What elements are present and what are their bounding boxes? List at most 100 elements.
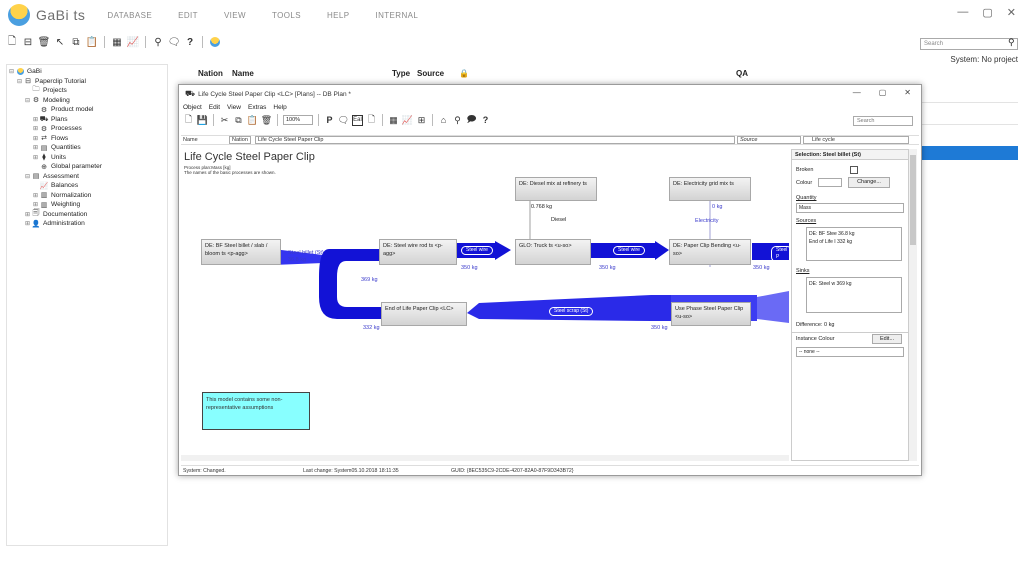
document-icon[interactable]: 🗋: [366, 114, 377, 126]
search-icon[interactable]: ⚲: [1008, 37, 1015, 48]
change-colour-button[interactable]: Change...: [848, 177, 890, 188]
help-icon[interactable]: ?: [184, 36, 196, 48]
col-nation[interactable]: Nation: [198, 69, 232, 78]
expand-toggle-icon[interactable]: ⊟: [9, 68, 16, 75]
instance-colour-select[interactable]: -- none --: [796, 347, 904, 357]
process-truck[interactable]: GLO: Truck ts <u-so>: [515, 239, 591, 265]
copy-icon[interactable]: ⧉: [233, 115, 244, 126]
new-icon[interactable]: 🗋: [183, 114, 194, 126]
table-row[interactable]: [922, 102, 1018, 103]
menu-edit[interactable]: EDIT: [178, 11, 198, 20]
list-item[interactable]: DE: Steel w 369 kg: [809, 280, 899, 288]
expand-toggle-icon[interactable]: ⊞: [33, 201, 40, 208]
tree-item[interactable]: ⊟ GaBi: [9, 67, 167, 77]
tree-item[interactable]: ⊞ 👤 Administration: [9, 219, 167, 229]
table-icon[interactable]: ▦: [388, 115, 399, 126]
delete-icon[interactable]: 🗑: [261, 115, 272, 126]
tree-item[interactable]: ⊞ 🗐 Documentation: [9, 210, 167, 220]
search-icon[interactable]: ⚲: [152, 36, 164, 48]
plan-search-input[interactable]: Search: [853, 116, 913, 126]
expand-toggle-icon[interactable]: ⊞: [33, 144, 40, 151]
tree-item[interactable]: ⊞ ⇄ Flows: [9, 134, 167, 144]
process-diesel[interactable]: DE: Diesel mix at refinery ts: [515, 177, 597, 201]
col-name[interactable]: Name: [232, 69, 392, 78]
close-button[interactable]: ✕: [1007, 6, 1016, 19]
copy-icon[interactable]: ⧉: [70, 36, 82, 48]
chart-icon[interactable]: 📈: [127, 36, 139, 48]
expand-toggle-icon[interactable]: ⊞: [33, 192, 40, 199]
paste-icon[interactable]: 📋: [247, 115, 258, 126]
expand-toggle-icon[interactable]: ⊞: [25, 211, 32, 218]
search-icon[interactable]: ⚲: [452, 115, 463, 126]
process-bf-steel[interactable]: DE: BF Steel billet / slab / bloom ts <p…: [201, 239, 281, 265]
expand-toggle-icon[interactable]: ⊟: [17, 78, 24, 85]
search-input[interactable]: Search: [920, 38, 1018, 50]
expand-toggle-icon[interactable]: ⊞: [33, 125, 40, 132]
gabi-sun-icon[interactable]: [209, 36, 221, 48]
edit-button[interactable]: Edit...: [872, 334, 902, 344]
expand-toggle-icon[interactable]: ⊟: [25, 173, 32, 180]
col-qa[interactable]: QA: [736, 69, 748, 78]
new-icon[interactable]: 🗋: [6, 36, 18, 48]
expand-toggle-icon[interactable]: ⊟: [25, 97, 32, 104]
menu-help[interactable]: HELP: [327, 11, 350, 20]
maximize-button[interactable]: ▢: [982, 6, 992, 19]
quantity-select[interactable]: Mass: [796, 203, 904, 213]
table-row[interactable]: [922, 124, 1018, 125]
process-wire-rod[interactable]: DE: Steel wire rod ts <p-agg>: [379, 239, 457, 265]
balance-icon[interactable]: ⊞: [416, 115, 427, 126]
process-end-of-life[interactable]: End of Life Paper Clip <LC>: [381, 302, 467, 326]
pointer-icon[interactable]: ↖: [54, 36, 66, 48]
tree-item[interactable]: ⊕ Global parameter: [9, 162, 167, 172]
col-source[interactable]: Source: [417, 69, 459, 78]
process-use-phase[interactable]: Use Phase Steel Paper Clip <u-so>: [671, 302, 751, 326]
plan-menu-help[interactable]: Help: [273, 104, 286, 111]
plan-minimize-button[interactable]: —: [853, 88, 861, 97]
plan-menu-view[interactable]: View: [227, 104, 241, 111]
tree-item[interactable]: ⊟ ⚙ Modeling: [9, 96, 167, 106]
home-icon[interactable]: ⌂: [438, 115, 449, 126]
tree-item[interactable]: 📈 Balances: [9, 181, 167, 191]
process-electricity[interactable]: DE: Electricity grid mix ts: [669, 177, 751, 201]
menu-internal[interactable]: INTERNAL: [375, 11, 418, 20]
save-icon[interactable]: 💾: [197, 115, 208, 126]
open-icon[interactable]: ⊟: [22, 36, 34, 48]
tree-item[interactable]: 🗀 Projects: [9, 86, 167, 96]
sinks-list[interactable]: DE: Steel w 369 kg: [806, 277, 902, 313]
chart-icon[interactable]: 📈: [402, 115, 413, 126]
comment-icon[interactable]: 🗩: [466, 114, 477, 126]
list-item[interactable]: End of Life I 332 kg: [809, 238, 899, 246]
tree-item[interactable]: ⊞ ⚙ Processes: [9, 124, 167, 134]
plan-menu-edit[interactable]: Edit: [209, 104, 220, 111]
zoom-select[interactable]: 100%: [283, 115, 313, 125]
menu-database[interactable]: DATABASE: [107, 11, 152, 20]
filter-nation[interactable]: Nation: [229, 136, 251, 144]
plan-menu-extras[interactable]: Extras: [248, 104, 266, 111]
filter-source[interactable]: Source: [737, 136, 801, 144]
table-icon[interactable]: ▦: [111, 36, 123, 48]
comment-icon[interactable]: 🗨: [168, 36, 181, 48]
lock-icon[interactable]: 🔒: [459, 69, 736, 78]
horizontal-scrollbar[interactable]: [181, 455, 789, 461]
plan-canvas[interactable]: Life Cycle Steel Paper Clip Process plan…: [181, 147, 789, 461]
plan-maximize-button[interactable]: ▢: [879, 88, 887, 97]
paste-icon[interactable]: 📋: [86, 36, 98, 48]
text-box-icon[interactable]: Eal: [352, 114, 363, 126]
process-bending[interactable]: DE: Paper Clip Bending <u-so>: [669, 239, 751, 265]
tree-item[interactable]: ⊞ ▥ Normalization: [9, 191, 167, 201]
plan-menu-object[interactable]: Object: [183, 104, 202, 111]
menu-tools[interactable]: TOOLS: [272, 11, 301, 20]
sources-list[interactable]: DE: BF Stee 36.8 kg End of Life I 332 kg: [806, 227, 902, 261]
table-row-selected[interactable]: [922, 146, 1018, 160]
expand-toggle-icon[interactable]: ⊞: [33, 154, 40, 161]
tree-item[interactable]: ⚙ Product model: [9, 105, 167, 115]
tree-item[interactable]: ⊞ ⧫ Units: [9, 153, 167, 163]
filter-plan-name[interactable]: Life Cycle Steel Paper Clip: [255, 136, 735, 144]
minimize-button[interactable]: —: [957, 6, 968, 19]
process-icon[interactable]: P: [324, 115, 335, 126]
tree-item[interactable]: ⊞ ▤ Quantities: [9, 143, 167, 153]
help-icon[interactable]: ?: [480, 115, 491, 126]
broken-checkbox[interactable]: [850, 166, 858, 174]
scrollbar-thumb[interactable]: [910, 155, 916, 245]
colour-swatch[interactable]: [818, 178, 842, 187]
